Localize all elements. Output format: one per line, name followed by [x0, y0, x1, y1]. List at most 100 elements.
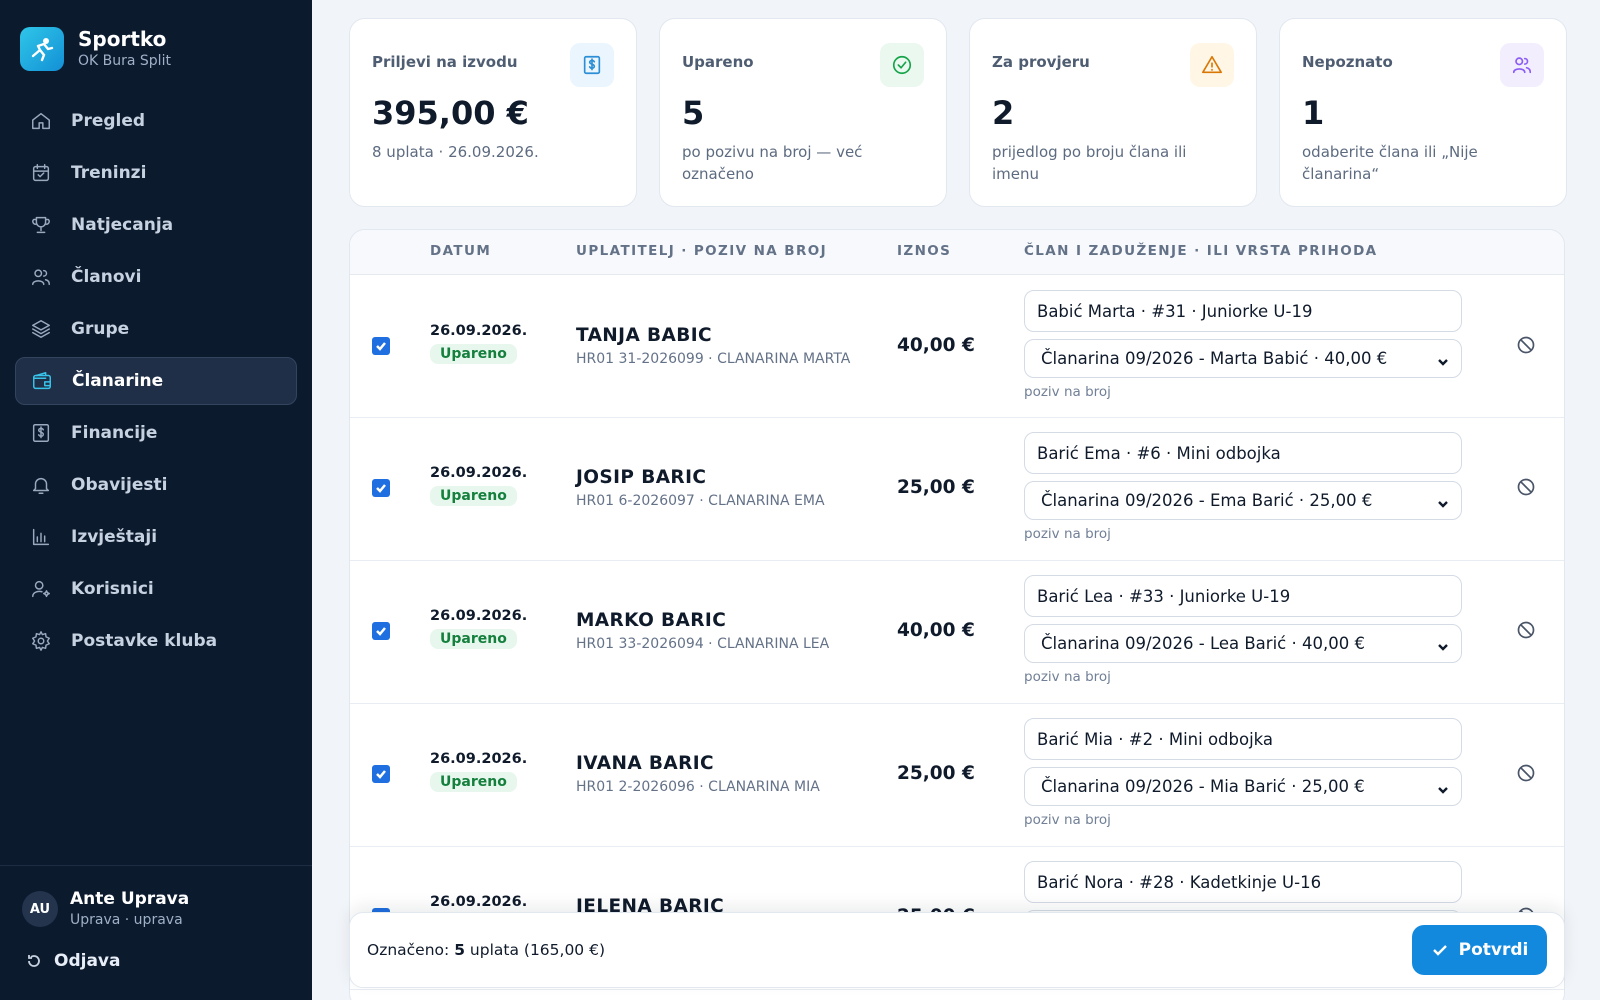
ignore-icon[interactable]: [1516, 620, 1536, 640]
payer-name: TANJA BABIC: [576, 325, 713, 346]
sidebar-item-natjecanja[interactable]: Natjecanja: [15, 201, 297, 249]
sidebar-footer: AU Ante Uprava Uprava · uprava Odjava: [0, 865, 312, 1000]
charge-select[interactable]: Članarina 09/2026 - Marta Babić · 40,00 …: [1024, 339, 1462, 378]
payment-reference: HR01 6-2026097 · CLANARINA EMA: [576, 493, 825, 509]
confirm-button[interactable]: Potvrdi: [1412, 925, 1547, 975]
sidebar-item-postavke-kluba[interactable]: Postavke kluba: [15, 617, 297, 665]
sidebar-item-grupe[interactable]: Grupe: [15, 305, 297, 353]
wallet-icon: [30, 369, 54, 393]
user-profile[interactable]: AU Ante Uprava Uprava · uprava: [22, 888, 189, 930]
sidebar-item-label: Pregled: [71, 111, 146, 131]
payment-amount: 40,00 €: [897, 335, 975, 356]
chevron-down-icon: [1437, 353, 1449, 366]
sidebar-item-label: Članovi: [71, 267, 142, 287]
chevron-down-icon: [1437, 638, 1449, 651]
row-checkbox[interactable]: [372, 765, 390, 783]
sidebar-item-label: Obavijesti: [71, 475, 168, 495]
ignore-icon[interactable]: [1516, 763, 1536, 783]
sportko-logo-icon: [20, 27, 64, 71]
member-search-input[interactable]: [1024, 718, 1462, 760]
bar-chart-icon: [29, 525, 53, 549]
club-name: OK Bura Split: [78, 53, 171, 69]
card-description: odaberite člana ili „Nije članarina“: [1302, 143, 1478, 183]
stat-card-upareno: Upareno 5 po pozivu na broj — već označe…: [659, 18, 947, 207]
charge-select[interactable]: Članarina 09/2026 - Ema Barić · 25,00 €: [1024, 481, 1462, 520]
table-row: 26.09.2026. Upareno TANJA BABIC HR01 31-…: [350, 275, 1564, 418]
row-checkbox[interactable]: [372, 622, 390, 640]
payments-table: DATUM UPLATITELJ · POZIV NA BROJ IZNOS Č…: [349, 229, 1565, 1000]
match-hint: poziv na broj: [1024, 812, 1111, 828]
sidebar-item-obavijesti[interactable]: Obavijesti: [15, 461, 297, 509]
trophy-icon: [29, 213, 53, 237]
member-search-input[interactable]: [1024, 575, 1462, 617]
sidebar-item-clanovi[interactable]: Članovi: [15, 253, 297, 301]
payment-date: 26.09.2026.: [430, 894, 528, 910]
match-hint: poziv na broj: [1024, 384, 1111, 400]
table-header: DATUM UPLATITELJ · POZIV NA BROJ IZNOS Č…: [350, 230, 1564, 275]
member-search-input[interactable]: [1024, 290, 1462, 332]
ignore-icon[interactable]: [1516, 335, 1536, 355]
charge-select-value: Članarina 09/2026 - Marta Babić · 40,00 …: [1041, 349, 1388, 368]
card-description: 8 uplata · 26.09.2026.: [372, 143, 539, 161]
user-name: Ante Uprava: [70, 889, 190, 909]
sidebar-item-label: Financije: [71, 423, 158, 443]
stat-cards: Priljevi na izvodu 395,00 € 8 uplata · 2…: [349, 18, 1567, 207]
check-icon: [376, 770, 386, 779]
payer-name: JOSIP BARIC: [576, 467, 707, 488]
member-search-input[interactable]: [1024, 861, 1462, 903]
charge-select-value: Članarina 09/2026 - Mia Barić · 25,00 €: [1041, 777, 1365, 796]
match-hint: poziv na broj: [1024, 526, 1111, 542]
logout-button[interactable]: Odjava: [26, 951, 120, 971]
chevron-down-icon: [1437, 781, 1449, 794]
column-header-member: ČLAN I ZADUŽENJE · ILI VRSTA PRIHODA: [1024, 243, 1378, 259]
chevron-down-icon: [1437, 495, 1449, 508]
warning-icon: [1190, 43, 1234, 87]
charge-select[interactable]: Članarina 09/2026 - Mia Barić · 25,00 €: [1024, 767, 1462, 806]
ignore-icon[interactable]: [1516, 477, 1536, 497]
charge-select-value: Članarina 09/2026 - Lea Barić · 40,00 €: [1041, 634, 1365, 653]
confirm-label: Potvrdi: [1458, 940, 1529, 960]
sidebar-item-korisnici[interactable]: Korisnici: [15, 565, 297, 613]
sidebar-item-treninzi[interactable]: Treninzi: [15, 149, 297, 197]
sidebar-item-financije[interactable]: Financije: [15, 409, 297, 457]
check-icon: [1432, 945, 1447, 956]
payment-date: 26.09.2026.: [430, 465, 528, 481]
card-description: po pozivu na broj — već označeno: [682, 143, 863, 183]
users-icon: [1500, 43, 1544, 87]
payment-reference: HR01 31-2026099 · CLANARINA MARTA: [576, 351, 851, 367]
payment-date: 26.09.2026.: [430, 608, 528, 624]
sidebar: Sportko OK Bura Split Pregled Treninzi N…: [0, 0, 312, 1000]
users-icon: [29, 265, 53, 289]
status-badge: Upareno: [430, 629, 517, 649]
match-hint: poziv na broj: [1024, 669, 1111, 685]
sidebar-item-label: Korisnici: [71, 579, 154, 599]
sidebar-item-label: Natjecanja: [71, 215, 174, 235]
member-search-input[interactable]: [1024, 432, 1462, 474]
check-circle-icon: [880, 43, 924, 87]
payment-amount: 40,00 €: [897, 620, 975, 641]
sidebar-item-label: Postavke kluba: [71, 631, 218, 651]
check-icon: [376, 342, 386, 351]
charge-select[interactable]: Članarina 09/2026 - Lea Barić · 40,00 €: [1024, 624, 1462, 663]
brand[interactable]: Sportko OK Bura Split: [20, 27, 171, 71]
row-checkbox[interactable]: [372, 479, 390, 497]
check-icon: [376, 627, 386, 636]
sidebar-item-pregled[interactable]: Pregled: [15, 97, 297, 145]
sidebar-item-label: Članarine: [72, 371, 164, 391]
table-row: 26.09.2026. Upareno MARKO BARIC HR01 33-…: [350, 561, 1564, 704]
sidebar-item-label: Treninzi: [71, 163, 147, 183]
sidebar-item-clanarine[interactable]: Članarine: [15, 357, 297, 405]
table-row: 26.09.2026. Upareno IVANA BARIC HR01 2-2…: [350, 704, 1564, 847]
row-checkbox[interactable]: [372, 337, 390, 355]
status-badge: Upareno: [430, 344, 517, 364]
column-header-date: DATUM: [430, 243, 492, 259]
gear-icon: [29, 629, 53, 653]
stat-card-priljevi: Priljevi na izvodu 395,00 € 8 uplata · 2…: [349, 18, 637, 207]
sidebar-nav: Pregled Treninzi Natjecanja Članovi Grup…: [15, 97, 297, 669]
selection-suffix: uplata (165,00 €): [469, 941, 606, 959]
logout-label: Odjava: [54, 951, 121, 971]
sidebar-item-izvjestaji[interactable]: Izvještaji: [15, 513, 297, 561]
status-badge: Upareno: [430, 772, 517, 792]
user-role: Uprava · uprava: [70, 912, 183, 928]
selection-bar: Označeno: 5 uplata (165,00 €) Potvrdi: [349, 912, 1565, 988]
